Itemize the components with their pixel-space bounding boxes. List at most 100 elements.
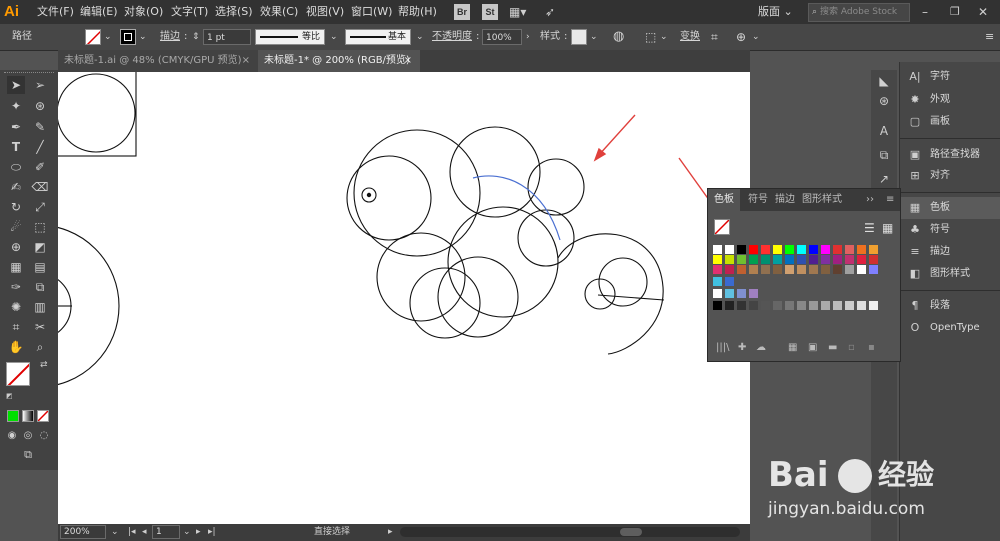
color-swatch[interactable] bbox=[725, 255, 734, 264]
color-swatch[interactable] bbox=[857, 301, 866, 310]
fill-swatch[interactable] bbox=[85, 29, 101, 45]
artwork[interactable] bbox=[58, 72, 750, 524]
direct-selection-tool-icon[interactable]: ➢ bbox=[31, 76, 49, 94]
menu-edit[interactable]: 编辑(E) bbox=[80, 0, 118, 24]
color-swatch[interactable] bbox=[785, 245, 794, 254]
menu-type[interactable]: 文字(T) bbox=[171, 0, 208, 24]
color-swatch[interactable] bbox=[749, 255, 758, 264]
panel-swatches[interactable]: ▦ 色板 bbox=[900, 197, 1000, 219]
hand-tool-icon[interactable]: ✋ bbox=[7, 338, 25, 356]
color-swatch[interactable] bbox=[845, 245, 854, 254]
small-circle-shape[interactable] bbox=[58, 73, 136, 153]
horizontal-scrollbar[interactable] bbox=[400, 527, 740, 537]
color-swatch[interactable] bbox=[725, 245, 734, 254]
tab-symbols[interactable]: 符号 bbox=[748, 189, 768, 211]
panel-symbols[interactable]: ♣ 符号 bbox=[900, 219, 1000, 241]
artboard-number-field[interactable]: 1 bbox=[152, 525, 180, 539]
curvature-tool-icon[interactable]: ✎ bbox=[31, 118, 49, 136]
color-swatch[interactable] bbox=[821, 245, 830, 254]
prev-artboard-icon[interactable]: ◂ bbox=[142, 524, 147, 541]
artboard-tool-icon[interactable]: ⌗ bbox=[7, 318, 25, 336]
next-artboard-icon[interactable]: ▸ bbox=[196, 524, 201, 541]
color-swatch[interactable] bbox=[725, 301, 734, 310]
gpu-rocket-icon[interactable]: ➶ bbox=[545, 4, 561, 20]
stroke-swatch[interactable] bbox=[120, 29, 136, 45]
distribute-icon[interactable]: ⊕ bbox=[736, 24, 746, 50]
brush-definition[interactable]: 基本 bbox=[345, 29, 411, 45]
thumbnail-view-icon[interactable]: ▦ bbox=[882, 221, 896, 235]
panel-menu-icon[interactable]: ≡ bbox=[985, 24, 994, 50]
tab-document-1[interactable]: 未标题-1.ai @ 48% (CMYK/GPU 预览) × bbox=[58, 50, 258, 72]
rotate-tool-icon[interactable]: ↻ bbox=[7, 198, 25, 216]
workspace-switcher[interactable]: 版面 ⌄ bbox=[758, 0, 793, 24]
shaper-tool-icon[interactable]: ✍ bbox=[7, 178, 25, 196]
menu-window[interactable]: 窗口(W) bbox=[351, 0, 392, 24]
color-swatch[interactable] bbox=[773, 255, 782, 264]
scrollbar-thumb[interactable] bbox=[620, 528, 642, 536]
panel-graphic-styles[interactable]: ◧ 图形样式 bbox=[900, 263, 1000, 285]
column-graph-tool-icon[interactable]: ▥ bbox=[31, 298, 49, 316]
eye-outer-circle[interactable] bbox=[346, 155, 432, 241]
color-swatch[interactable] bbox=[857, 265, 866, 274]
fill-dropdown-icon[interactable]: ⌄ bbox=[104, 24, 112, 50]
ellipse-tool-icon[interactable]: ⬭ bbox=[7, 158, 25, 176]
new-color-group-icon[interactable]: ▬ bbox=[828, 342, 837, 353]
menu-effect[interactable]: 效果(C) bbox=[260, 0, 298, 24]
screen-mode-icon[interactable]: ⧉ bbox=[19, 446, 37, 464]
stroke-label[interactable]: 描边 bbox=[160, 24, 180, 50]
color-swatch[interactable] bbox=[713, 245, 722, 254]
color-swatch[interactable] bbox=[869, 255, 878, 264]
links-panel-icon[interactable]: ⧉ bbox=[875, 146, 893, 164]
line-segment-tool-icon[interactable]: ╱ bbox=[31, 138, 49, 156]
tab-close-icon[interactable]: × bbox=[242, 50, 250, 72]
color-swatch[interactable] bbox=[713, 255, 722, 264]
graphic-style-swatch[interactable] bbox=[571, 29, 587, 45]
cloud-circle[interactable] bbox=[449, 126, 541, 218]
delete-swatch-icon[interactable]: ▪ bbox=[868, 342, 875, 353]
cloud-circle[interactable] bbox=[447, 206, 559, 318]
panel-menu-icon[interactable]: ≡ bbox=[886, 189, 894, 211]
stroke-dropdown-icon[interactable]: ⌄ bbox=[139, 24, 147, 50]
add-to-library-icon[interactable]: ✚ bbox=[738, 342, 746, 353]
panel-stroke[interactable]: ≡ 描边 bbox=[900, 241, 1000, 263]
color-swatch[interactable] bbox=[761, 265, 770, 274]
shape-builder-tool-icon[interactable]: ⊕ bbox=[7, 238, 25, 256]
tab-close-icon[interactable]: × bbox=[404, 50, 412, 72]
color-swatch[interactable] bbox=[809, 255, 818, 264]
color-swatch[interactable] bbox=[761, 255, 770, 264]
bridge-button[interactable]: Br bbox=[454, 4, 470, 20]
variable-width-profile[interactable]: 等比 bbox=[255, 29, 325, 45]
selection-tool-icon[interactable]: ➤ bbox=[7, 76, 25, 94]
stroke-stepper-icon[interactable]: ⇕ bbox=[192, 24, 200, 50]
stock-search-input[interactable]: ⌕ 搜索 Adobe Stock bbox=[808, 3, 910, 22]
opacity-arrow-icon[interactable]: › bbox=[526, 24, 530, 50]
color-swatch[interactable] bbox=[749, 245, 758, 254]
fill-color-box[interactable] bbox=[6, 362, 30, 386]
opacity-label[interactable]: 不透明度 bbox=[432, 24, 472, 50]
brush-dropdown-icon[interactable]: ⌄ bbox=[416, 24, 424, 50]
color-swatch[interactable] bbox=[725, 277, 734, 286]
menu-object[interactable]: 对象(O) bbox=[124, 0, 163, 24]
new-swatch-icon[interactable]: ▫ bbox=[848, 342, 855, 353]
color-swatch[interactable] bbox=[737, 265, 746, 274]
menu-help[interactable]: 帮助(H) bbox=[398, 0, 437, 24]
menu-view[interactable]: 视图(V) bbox=[306, 0, 344, 24]
panel-align[interactable]: ⊞ 对齐 bbox=[900, 165, 1000, 187]
color-swatch[interactable] bbox=[869, 265, 878, 274]
color-swatch[interactable] bbox=[773, 301, 782, 310]
color-swatch[interactable] bbox=[797, 301, 806, 310]
tab-swatches[interactable]: 色板 bbox=[708, 189, 740, 211]
gradient-mode-icon[interactable] bbox=[22, 410, 34, 422]
color-swatch[interactable] bbox=[869, 301, 878, 310]
profile-dropdown-icon[interactable]: ⌄ bbox=[330, 24, 338, 50]
list-view-icon[interactable]: ☰ bbox=[864, 221, 878, 235]
color-swatch[interactable] bbox=[713, 265, 722, 274]
color-swatch[interactable] bbox=[785, 255, 794, 264]
color-swatch[interactable] bbox=[845, 255, 854, 264]
free-transform-tool-icon[interactable]: ⬚ bbox=[31, 218, 49, 236]
mesh-tool-icon[interactable]: ▦ bbox=[7, 258, 25, 276]
color-swatch[interactable] bbox=[737, 245, 746, 254]
status-arrow-icon[interactable]: ▸ bbox=[388, 524, 393, 541]
panel-character[interactable]: A| 字符 bbox=[900, 66, 1000, 88]
artboard-dropdown-icon[interactable]: ⌄ bbox=[183, 524, 191, 541]
